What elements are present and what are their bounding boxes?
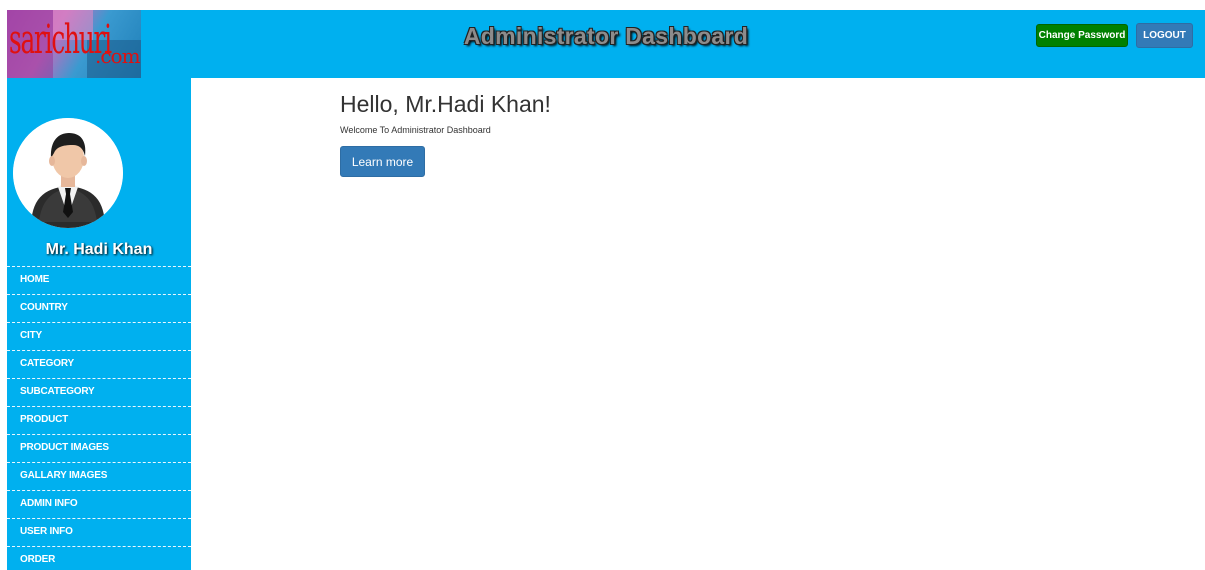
sidebar-item-order[interactable]: ORDER [7,546,191,570]
sidebar-item-city[interactable]: CITY [7,322,191,350]
sidebar-item-product[interactable]: PRODUCT [7,406,191,434]
sidebar-item-subcategory[interactable]: SUBCATEGORY [7,378,191,406]
sidebar-item-admin-info[interactable]: ADMIN INFO [7,490,191,518]
logout-button[interactable]: LOGOUT [1136,23,1193,48]
sidebar-item-product-images[interactable]: PRODUCT IMAGES [7,434,191,462]
sidebar-item-country[interactable]: COUNTRY [7,294,191,322]
welcome-text: Welcome To Administrator Dashboard [340,125,491,135]
sidebar-menu: HOME COUNTRY CITY CATEGORY SUBCATEGORY P… [7,266,191,570]
user-name: Mr. Hadi Khan [45,241,153,258]
businessman-avatar-icon [13,118,123,228]
greeting-heading: Hello, Mr.Hadi Khan! [340,91,551,117]
sidebar-item-user-info[interactable]: USER INFO [7,518,191,546]
sidebar-item-category[interactable]: CATEGORY [7,350,191,378]
sidebar: Mr. Hadi Khan HOME COUNTRY CITY CATEGORY… [7,78,191,570]
admin-dashboard-page: sarichuri .com Administrator Dashboard C… [0,0,1205,570]
sidebar-item-gallary-images[interactable]: GALLARY IMAGES [7,462,191,490]
learn-more-button[interactable]: Learn more [340,146,425,177]
main-content: Hello, Mr.Hadi Khan! Welcome To Administ… [340,90,551,177]
top-header: sarichuri .com Administrator Dashboard C… [7,10,1205,78]
change-password-button[interactable]: Change Password [1036,24,1128,47]
page-title: Administrator Dashboard [463,23,749,49]
sidebar-item-home[interactable]: HOME [7,266,191,294]
